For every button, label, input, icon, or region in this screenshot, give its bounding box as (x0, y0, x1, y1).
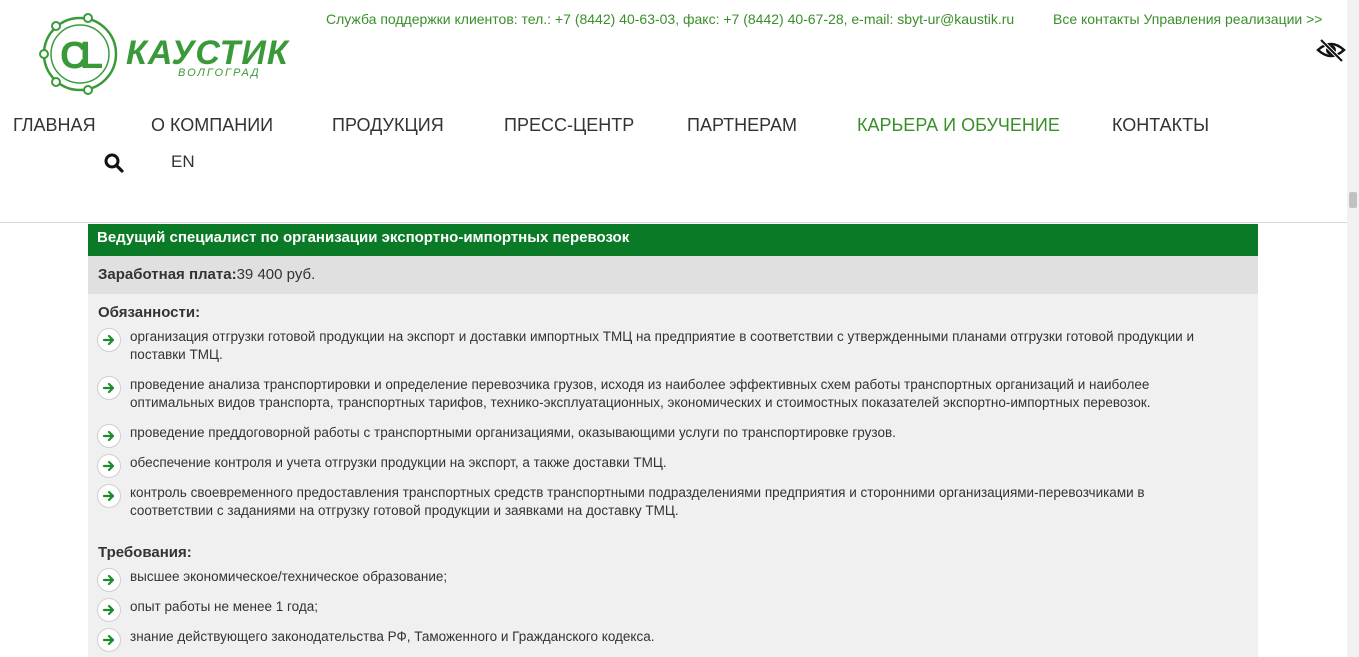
nav-item-career[interactable]: КАРЬЕРА И ОБУЧЕНИЕ (857, 115, 1060, 136)
logo-city: ВОЛГОГРАД (178, 67, 261, 79)
support-contacts[interactable]: Служба поддержки клиентов: тел.: +7 (844… (326, 11, 1014, 27)
arrow-right-icon (97, 376, 121, 400)
language-switch[interactable]: EN (171, 152, 195, 172)
all-contacts-link[interactable]: Все контакты Управления реализации >> (1053, 11, 1322, 27)
duty-text: контроль своевременного предоставления т… (130, 485, 1145, 518)
vacancy-salary: Заработная плата:39 400 руб. (88, 256, 1258, 294)
page-scrollbar[interactable] (1347, 0, 1359, 657)
kaustik-logo[interactable]: C L КАУСТИК ВОЛГОГРАД (34, 12, 288, 96)
requirement-text: опыт работы не менее 1 года; (130, 599, 319, 614)
requirements-title: Требования: (98, 544, 192, 561)
arrow-right-icon (97, 484, 121, 508)
duties-title: Обязанности: (98, 304, 201, 321)
accessibility-button[interactable] (1316, 36, 1346, 64)
nav-item-contacts[interactable]: КОНТАКТЫ (1112, 115, 1209, 136)
nav-item-home[interactable]: ГЛАВНАЯ (13, 115, 96, 136)
main-navigation: ГЛАВНАЯ О КОМПАНИИ ПРОДУКЦИЯ ПРЕСС-ЦЕНТР… (0, 115, 1347, 139)
search-button[interactable] (104, 153, 124, 173)
arrow-right-icon (97, 328, 121, 352)
nav-item-products[interactable]: ПРОДУКЦИЯ (332, 115, 444, 136)
arrow-right-icon (97, 598, 121, 622)
vacancy-card: Ведущий специалист по организации экспор… (88, 224, 1258, 657)
vacancy-title[interactable]: Ведущий специалист по организации экспор… (88, 224, 1258, 256)
duty-text: обеспечение контроля и учета отгрузки пр… (130, 455, 667, 470)
requirement-text: высшее экономическое/техническое образов… (130, 569, 448, 584)
duty-text: проведение преддоговорной работы с транс… (130, 425, 896, 440)
site-header: C L КАУСТИК ВОЛГОГРАД Служба поддержки к… (0, 0, 1347, 223)
nav-item-partners[interactable]: ПАРТНЕРАМ (687, 115, 797, 136)
arrow-right-icon (97, 568, 121, 592)
scrollbar-thumb[interactable] (1349, 192, 1357, 208)
eye-slash-icon (1316, 38, 1346, 63)
arrow-right-icon (97, 424, 121, 448)
salary-label: Заработная плата: (98, 266, 237, 283)
salary-value: 39 400 руб. (236, 266, 316, 283)
nav-item-about[interactable]: О КОМПАНИИ (151, 115, 273, 136)
nav-item-press[interactable]: ПРЕСС-ЦЕНТР (504, 115, 634, 136)
requirement-text: знание действующего законодательства РФ,… (130, 629, 655, 644)
arrow-right-icon (97, 454, 121, 478)
svg-text:L: L (80, 35, 103, 77)
duty-text: проведение анализа транспортировки и опр… (130, 377, 1151, 410)
arrow-right-icon (97, 628, 121, 652)
duty-text: организация отгрузки готовой продукции н… (130, 329, 1194, 362)
search-icon (104, 153, 124, 173)
logo-emblem-icon: C L (39, 13, 118, 95)
